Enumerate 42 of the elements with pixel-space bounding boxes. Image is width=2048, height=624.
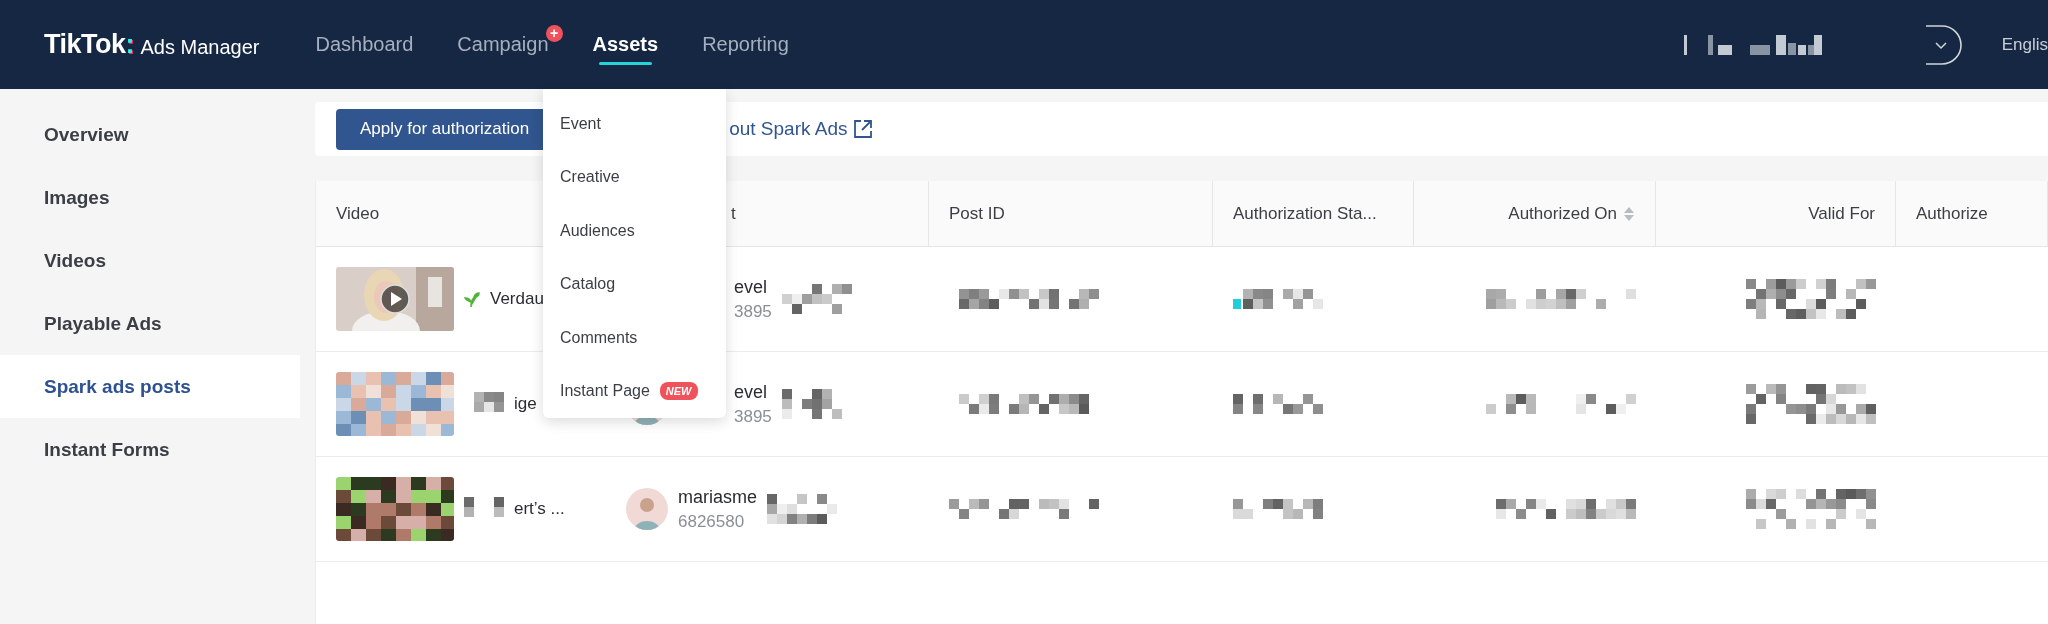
account-id: 3895 (734, 301, 772, 322)
video-title: ert’s ... (514, 499, 565, 519)
nav-tab[interactable]: Assets (592, 25, 659, 63)
column-title: Authorize (1916, 203, 1988, 224)
logo-separator: : (125, 29, 135, 60)
nav-tab[interactable]: Reporting (702, 25, 789, 63)
sidebar-item[interactable]: Spark ads posts (0, 355, 300, 418)
column-title: Valid For (1808, 203, 1875, 224)
account-id: 3895 (734, 406, 772, 427)
language-selector[interactable]: Englis (2001, 34, 2048, 55)
sidebar-item[interactable]: Overview (0, 103, 300, 166)
column-title: t (731, 203, 736, 224)
pixelated-redaction-drawing (464, 497, 504, 517)
new-badge: NEW (659, 382, 698, 401)
column-title: Authorization Sta... (1233, 203, 1377, 224)
account-name: evel (734, 381, 769, 403)
spark-ads-link[interactable]: out Spark Ads (729, 118, 874, 140)
account-name: evel (734, 276, 769, 298)
video-title: ige (514, 394, 537, 414)
sidebar-item[interactable]: Images (0, 166, 300, 229)
menu-item[interactable]: Creative (543, 150, 726, 204)
sidebar-item[interactable]: Instant Forms (0, 418, 300, 481)
product-name: Ads Manager (140, 36, 260, 59)
logo: TikTok (44, 29, 126, 60)
pixelated-redaction-drawing (767, 494, 837, 524)
column-title: Authorized On (1508, 203, 1617, 224)
sidebar-item[interactable]: Videos (0, 229, 300, 292)
column-title: Post ID (949, 203, 1005, 224)
menu-item[interactable]: Audiences (543, 204, 726, 258)
external-link-icon (853, 119, 874, 139)
nav-tab[interactable]: Dashboard (315, 25, 414, 63)
sidebar-item[interactable]: Playable Ads (0, 292, 300, 355)
menu-item[interactable]: Catalog (543, 257, 726, 311)
account-name: mariasme (678, 486, 757, 508)
account-id: 6826580 (678, 511, 746, 532)
menu-item[interactable]: Instant Page NEW (543, 364, 726, 418)
column-title: Video (336, 203, 380, 224)
video-title: Verdau (490, 289, 544, 309)
dropdown-icon[interactable] (1923, 24, 1962, 65)
play-icon[interactable] (380, 284, 410, 314)
menu-item[interactable]: Comments (543, 311, 726, 365)
pixelated-redaction-drawing (781, 284, 852, 314)
